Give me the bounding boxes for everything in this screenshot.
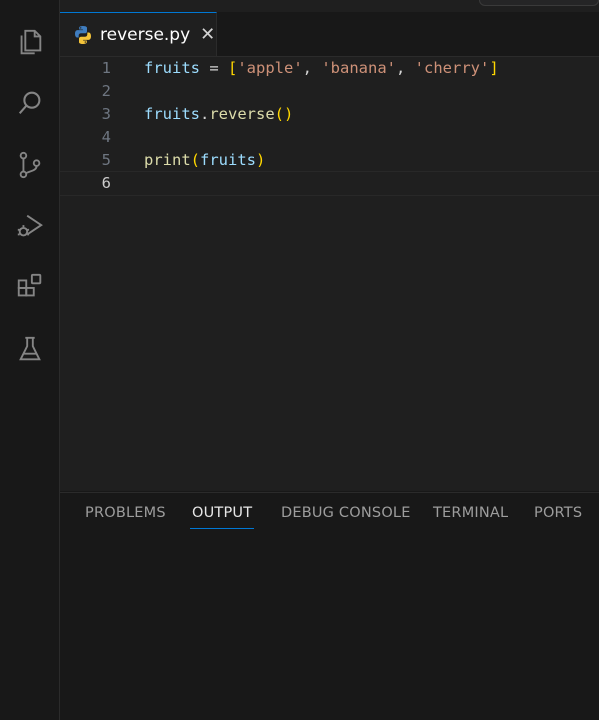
line-number: 5 [101,151,111,169]
title-bar [60,0,599,12]
code-line: 4 [60,126,599,149]
tab-bar: reverse.py ✕ [60,12,599,57]
close-icon[interactable]: ✕ [200,25,215,44]
tab-output[interactable]: OUTPUT [190,505,255,529]
python-icon [73,25,93,45]
tab-problems[interactable]: PROBLEMS [85,505,166,521]
tab-debug-console[interactable]: DEBUG CONSOLE [281,505,411,521]
activity-bar [0,0,60,720]
line-number: 1 [101,59,111,77]
line-number: 6 [101,174,111,192]
bottom-panel: PROBLEMS OUTPUT DEBUG CONSOLE TERMINAL P… [60,492,599,720]
tab-terminal[interactable]: TERMINAL [433,505,508,521]
active-tab-indicator [190,528,255,529]
code-line: 3 fruits.reverse() [60,103,599,126]
line-number: 4 [101,128,111,146]
line-number: 3 [101,105,111,123]
tab-label: reverse.py [100,24,191,45]
tab-reverse-py[interactable]: reverse.py ✕ [60,12,217,56]
code-text: print(fruits) [144,151,266,169]
code-text: fruits = ['apple', 'banana', 'cherry'] [144,59,499,77]
source-control-icon[interactable] [0,140,59,190]
extensions-icon[interactable] [0,262,59,312]
explorer-icon[interactable] [0,17,59,67]
code-text: fruits.reverse() [144,105,294,123]
search-icon[interactable] [0,78,59,128]
current-line: 6 [60,171,599,196]
code-line: 5 print(fruits) [60,149,599,172]
testing-icon[interactable] [0,324,59,374]
code-line: 1 fruits = ['apple', 'banana', 'cherry'] [60,57,599,80]
tab-ports[interactable]: PORTS [534,505,582,521]
line-number: 2 [101,82,111,100]
code-editor[interactable]: 1 fruits = ['apple', 'banana', 'cherry']… [60,57,599,491]
run-debug-icon[interactable] [0,201,59,251]
code-line: 2 [60,80,599,103]
command-center[interactable] [479,0,599,6]
